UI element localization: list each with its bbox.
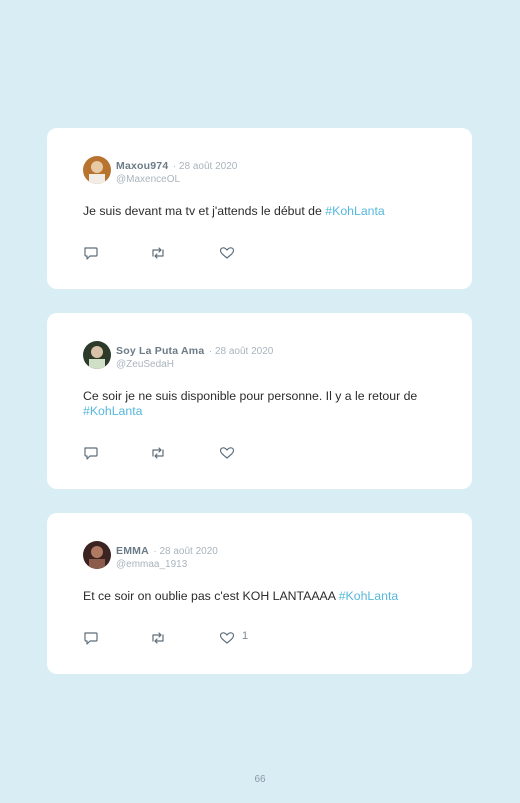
user-handle[interactable]: @ZeuSedaH bbox=[116, 358, 273, 371]
retweet-icon[interactable] bbox=[150, 446, 166, 460]
hashtag-link[interactable]: #KohLanta bbox=[325, 204, 385, 218]
avatar[interactable] bbox=[83, 341, 111, 369]
user-name[interactable]: Soy La Puta Ama bbox=[116, 345, 204, 357]
user-handle[interactable]: @emmaa_1913 bbox=[116, 558, 218, 571]
tweet-meta: EMMA · 28 août 2020 @emmaa_1913 bbox=[116, 543, 218, 571]
reply-icon[interactable] bbox=[83, 631, 99, 645]
like-icon[interactable] bbox=[219, 446, 235, 460]
user-name[interactable]: Maxou974 bbox=[116, 160, 168, 172]
tweet-card[interactable]: EMMA · 28 août 2020 @emmaa_1913 Et ce so… bbox=[47, 513, 472, 674]
page-number: 66 bbox=[254, 774, 266, 785]
tweet-meta: Maxou974 · 28 août 2020 @MaxenceOL bbox=[116, 158, 237, 186]
like-icon[interactable] bbox=[219, 631, 235, 645]
hashtag-link[interactable]: #KohLanta bbox=[339, 589, 399, 603]
tweet-card[interactable]: Maxou974 · 28 août 2020 @MaxenceOL Je su… bbox=[47, 128, 472, 289]
avatar[interactable] bbox=[83, 156, 111, 184]
tweet-text: Je suis devant ma tv et j'attends le déb… bbox=[83, 204, 443, 219]
tweet-body: Ce soir je ne suis disponible pour perso… bbox=[83, 389, 418, 403]
retweet-icon[interactable] bbox=[150, 246, 166, 260]
tweet-date: · 28 août 2020 bbox=[153, 546, 218, 557]
like-count: 1 bbox=[242, 630, 249, 642]
tweet-date: · 28 août 2020 bbox=[172, 161, 238, 172]
avatar[interactable] bbox=[83, 541, 111, 569]
hashtag-link[interactable]: #KohLanta bbox=[83, 404, 143, 418]
tweet-body: Et ce soir on oublie pas c'est KOH LANTA… bbox=[83, 589, 339, 603]
reply-icon[interactable] bbox=[83, 446, 99, 460]
user-name[interactable]: EMMA bbox=[116, 545, 149, 557]
tweet-text: Et ce soir on oublie pas c'est KOH LANTA… bbox=[83, 589, 443, 604]
tweet-text: Ce soir je ne suis disponible pour perso… bbox=[83, 389, 443, 419]
like-icon[interactable] bbox=[219, 246, 235, 260]
tweet-date: · 28 août 2020 bbox=[208, 346, 274, 357]
tweet-meta: Soy La Puta Ama · 28 août 2020 @ZeuSedaH bbox=[116, 343, 273, 371]
tweet-body: Je suis devant ma tv et j'attends le déb… bbox=[83, 204, 326, 218]
tweet-card[interactable]: Soy La Puta Ama · 28 août 2020 @ZeuSedaH… bbox=[47, 313, 472, 489]
reply-icon[interactable] bbox=[83, 246, 99, 260]
user-handle[interactable]: @MaxenceOL bbox=[116, 173, 237, 186]
retweet-icon[interactable] bbox=[150, 631, 166, 645]
